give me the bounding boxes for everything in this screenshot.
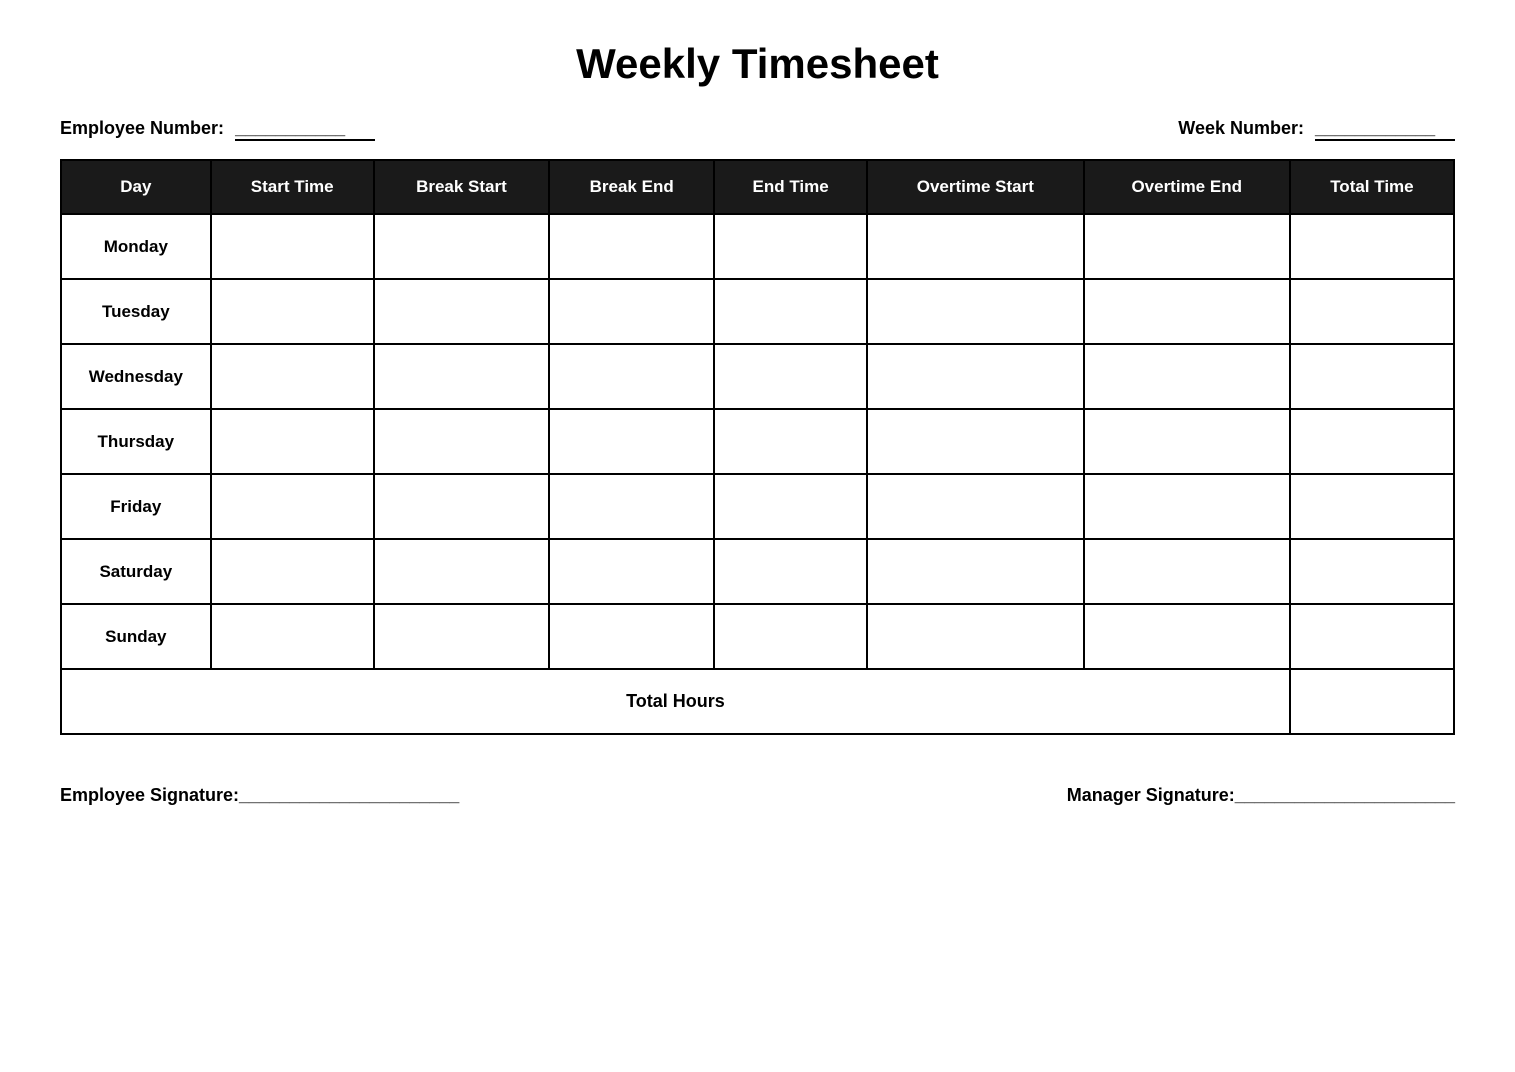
time-cell[interactable]: [867, 279, 1084, 344]
time-cell[interactable]: [374, 409, 549, 474]
time-cell[interactable]: [867, 214, 1084, 279]
table-row: Sunday: [61, 604, 1454, 669]
time-cell[interactable]: [374, 604, 549, 669]
day-cell: Thursday: [61, 409, 211, 474]
time-cell[interactable]: [1290, 409, 1454, 474]
time-cell[interactable]: [549, 344, 714, 409]
day-cell: Monday: [61, 214, 211, 279]
day-cell: Tuesday: [61, 279, 211, 344]
day-cell: Friday: [61, 474, 211, 539]
time-cell[interactable]: [211, 539, 374, 604]
time-cell[interactable]: [211, 474, 374, 539]
time-cell[interactable]: [1290, 214, 1454, 279]
employee-number-label: Employee Number:: [60, 118, 224, 138]
total-hours-label: Total Hours: [61, 669, 1290, 734]
meta-row: Employee Number: ___________ Week Number…: [60, 118, 1455, 141]
time-cell[interactable]: [549, 539, 714, 604]
employee-number-field: Employee Number: ___________: [60, 118, 375, 141]
total-hours-row: Total Hours: [61, 669, 1454, 734]
time-cell[interactable]: [211, 214, 374, 279]
time-cell[interactable]: [374, 279, 549, 344]
time-cell[interactable]: [1290, 279, 1454, 344]
time-cell[interactable]: [714, 344, 867, 409]
table-row: Monday: [61, 214, 1454, 279]
manager-signature-label: Manager Signature:______________________: [1067, 785, 1455, 805]
header-cell: Day: [61, 160, 211, 214]
header-cell: Break End: [549, 160, 714, 214]
week-number-field: Week Number: ____________: [1178, 118, 1455, 141]
time-cell[interactable]: [1084, 279, 1290, 344]
time-cell[interactable]: [211, 604, 374, 669]
table-body: MondayTuesdayWednesdayThursdayFridaySatu…: [61, 214, 1454, 734]
timesheet-table: DayStart TimeBreak StartBreak EndEnd Tim…: [60, 159, 1455, 735]
time-cell[interactable]: [211, 344, 374, 409]
time-cell[interactable]: [714, 604, 867, 669]
employee-signature: Employee Signature:_____________________…: [60, 785, 459, 806]
table-row: Saturday: [61, 539, 1454, 604]
page-title: Weekly Timesheet: [60, 40, 1455, 88]
time-cell[interactable]: [867, 604, 1084, 669]
day-cell: Sunday: [61, 604, 211, 669]
time-cell[interactable]: [1290, 344, 1454, 409]
time-cell[interactable]: [1084, 214, 1290, 279]
time-cell[interactable]: [549, 214, 714, 279]
total-hours-value[interactable]: [1290, 669, 1454, 734]
table-row: Wednesday: [61, 344, 1454, 409]
header-cell: Overtime Start: [867, 160, 1084, 214]
table-header: DayStart TimeBreak StartBreak EndEnd Tim…: [61, 160, 1454, 214]
time-cell[interactable]: [1084, 409, 1290, 474]
employee-signature-label: Employee Signature:_____________________…: [60, 785, 459, 805]
table-row: Thursday: [61, 409, 1454, 474]
time-cell[interactable]: [211, 409, 374, 474]
time-cell[interactable]: [374, 539, 549, 604]
header-cell: Break Start: [374, 160, 549, 214]
day-cell: Wednesday: [61, 344, 211, 409]
time-cell[interactable]: [1290, 604, 1454, 669]
table-row: Friday: [61, 474, 1454, 539]
table-row: Tuesday: [61, 279, 1454, 344]
time-cell[interactable]: [714, 409, 867, 474]
time-cell[interactable]: [714, 474, 867, 539]
time-cell[interactable]: [714, 539, 867, 604]
day-cell: Saturday: [61, 539, 211, 604]
week-number-label: Week Number:: [1178, 118, 1304, 138]
signatures-row: Employee Signature:_____________________…: [60, 785, 1455, 806]
time-cell[interactable]: [374, 474, 549, 539]
time-cell[interactable]: [1290, 474, 1454, 539]
time-cell[interactable]: [1084, 604, 1290, 669]
time-cell[interactable]: [374, 214, 549, 279]
week-number-value: ____________: [1315, 118, 1455, 141]
time-cell[interactable]: [867, 344, 1084, 409]
header-cell: End Time: [714, 160, 867, 214]
time-cell[interactable]: [867, 474, 1084, 539]
time-cell[interactable]: [714, 279, 867, 344]
header-row: DayStart TimeBreak StartBreak EndEnd Tim…: [61, 160, 1454, 214]
time-cell[interactable]: [1084, 344, 1290, 409]
time-cell[interactable]: [867, 409, 1084, 474]
time-cell[interactable]: [211, 279, 374, 344]
time-cell[interactable]: [1290, 539, 1454, 604]
time-cell[interactable]: [714, 214, 867, 279]
header-cell: Start Time: [211, 160, 374, 214]
time-cell[interactable]: [549, 604, 714, 669]
header-cell: Overtime End: [1084, 160, 1290, 214]
time-cell[interactable]: [374, 344, 549, 409]
time-cell[interactable]: [549, 409, 714, 474]
employee-number-value: ___________: [235, 118, 375, 141]
time-cell[interactable]: [867, 539, 1084, 604]
time-cell[interactable]: [1084, 539, 1290, 604]
time-cell[interactable]: [549, 279, 714, 344]
header-cell: Total Time: [1290, 160, 1454, 214]
time-cell[interactable]: [549, 474, 714, 539]
time-cell[interactable]: [1084, 474, 1290, 539]
manager-signature: Manager Signature:______________________: [1067, 785, 1455, 806]
